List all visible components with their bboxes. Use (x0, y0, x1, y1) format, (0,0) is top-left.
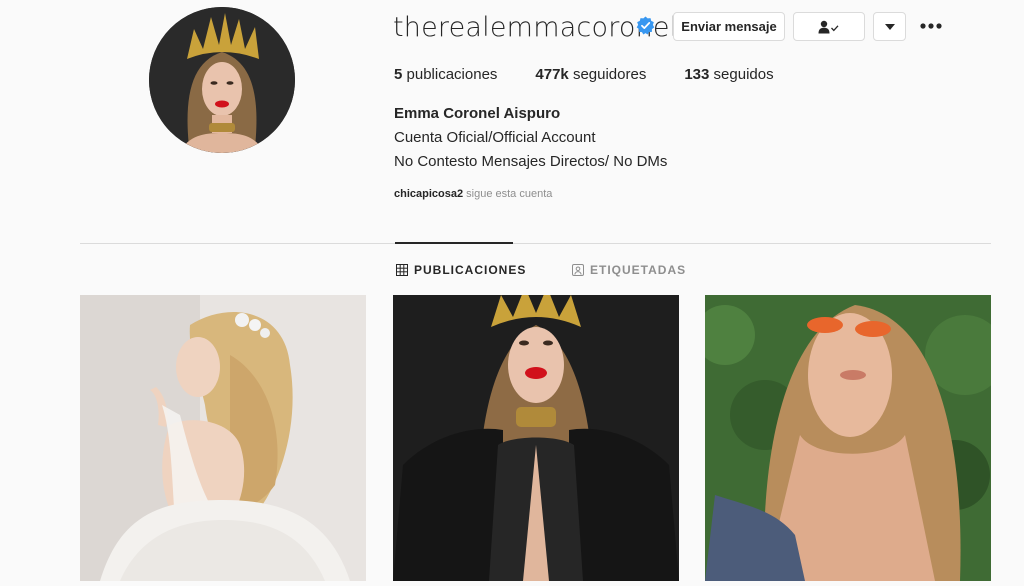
followers-link[interactable]: 477k seguidores (535, 66, 646, 83)
followers-count-value: 477k (535, 66, 569, 83)
followed-by-text: chicapicosa2 sigue esta cuenta (394, 188, 552, 200)
post-thumbnail[interactable] (705, 295, 991, 581)
followed-by-user-link[interactable]: chicapicosa2 (394, 188, 463, 200)
following-count-label: seguidos (709, 66, 774, 83)
profile-bio-line: Cuenta Oficial/Official Account (394, 129, 596, 146)
post-image (80, 295, 366, 581)
send-message-button[interactable]: Enviar mensaje (673, 12, 785, 41)
posts-count: 5 publicaciones (394, 66, 497, 83)
tagged-person-icon (572, 264, 584, 276)
profile-full-name: Emma Coronel Aispuro (394, 105, 561, 122)
avatar-image (149, 7, 295, 153)
followed-by-suffix: sigue esta cuenta (463, 188, 553, 200)
tab-tagged[interactable]: ETIQUETADAS (572, 263, 686, 277)
grid-icon (396, 264, 408, 276)
profile-username: therealemmacoronel (393, 12, 678, 43)
tabs-divider (80, 243, 991, 244)
post-thumbnail[interactable] (80, 295, 366, 581)
person-check-icon (818, 20, 839, 33)
verified-badge-icon (636, 16, 655, 35)
following-button[interactable] (793, 12, 865, 41)
profile-avatar[interactable] (149, 7, 295, 153)
following-link[interactable]: 133 seguidos (684, 66, 773, 83)
suggestions-dropdown-button[interactable] (873, 12, 906, 41)
options-button[interactable] (919, 14, 943, 38)
active-tab-indicator (395, 242, 513, 244)
following-count-value: 133 (684, 66, 710, 83)
profile-stats: 5 publicaciones 477k seguidores 133 segu… (394, 66, 812, 83)
post-image (393, 295, 679, 581)
tab-posts-label: PUBLICACIONES (414, 263, 527, 277)
caret-down-icon (884, 23, 895, 30)
profile-bio-line: No Contesto Mensajes Directos/ No DMs (394, 153, 668, 170)
tab-tagged-label: ETIQUETADAS (590, 263, 687, 277)
tab-posts[interactable]: PUBLICACIONES (396, 263, 526, 277)
post-image (705, 295, 991, 581)
followers-count-label: seguidores (568, 66, 647, 83)
posts-count-label: publicaciones (402, 66, 498, 83)
more-horizontal-icon (920, 23, 942, 29)
post-thumbnail[interactable] (393, 295, 679, 581)
